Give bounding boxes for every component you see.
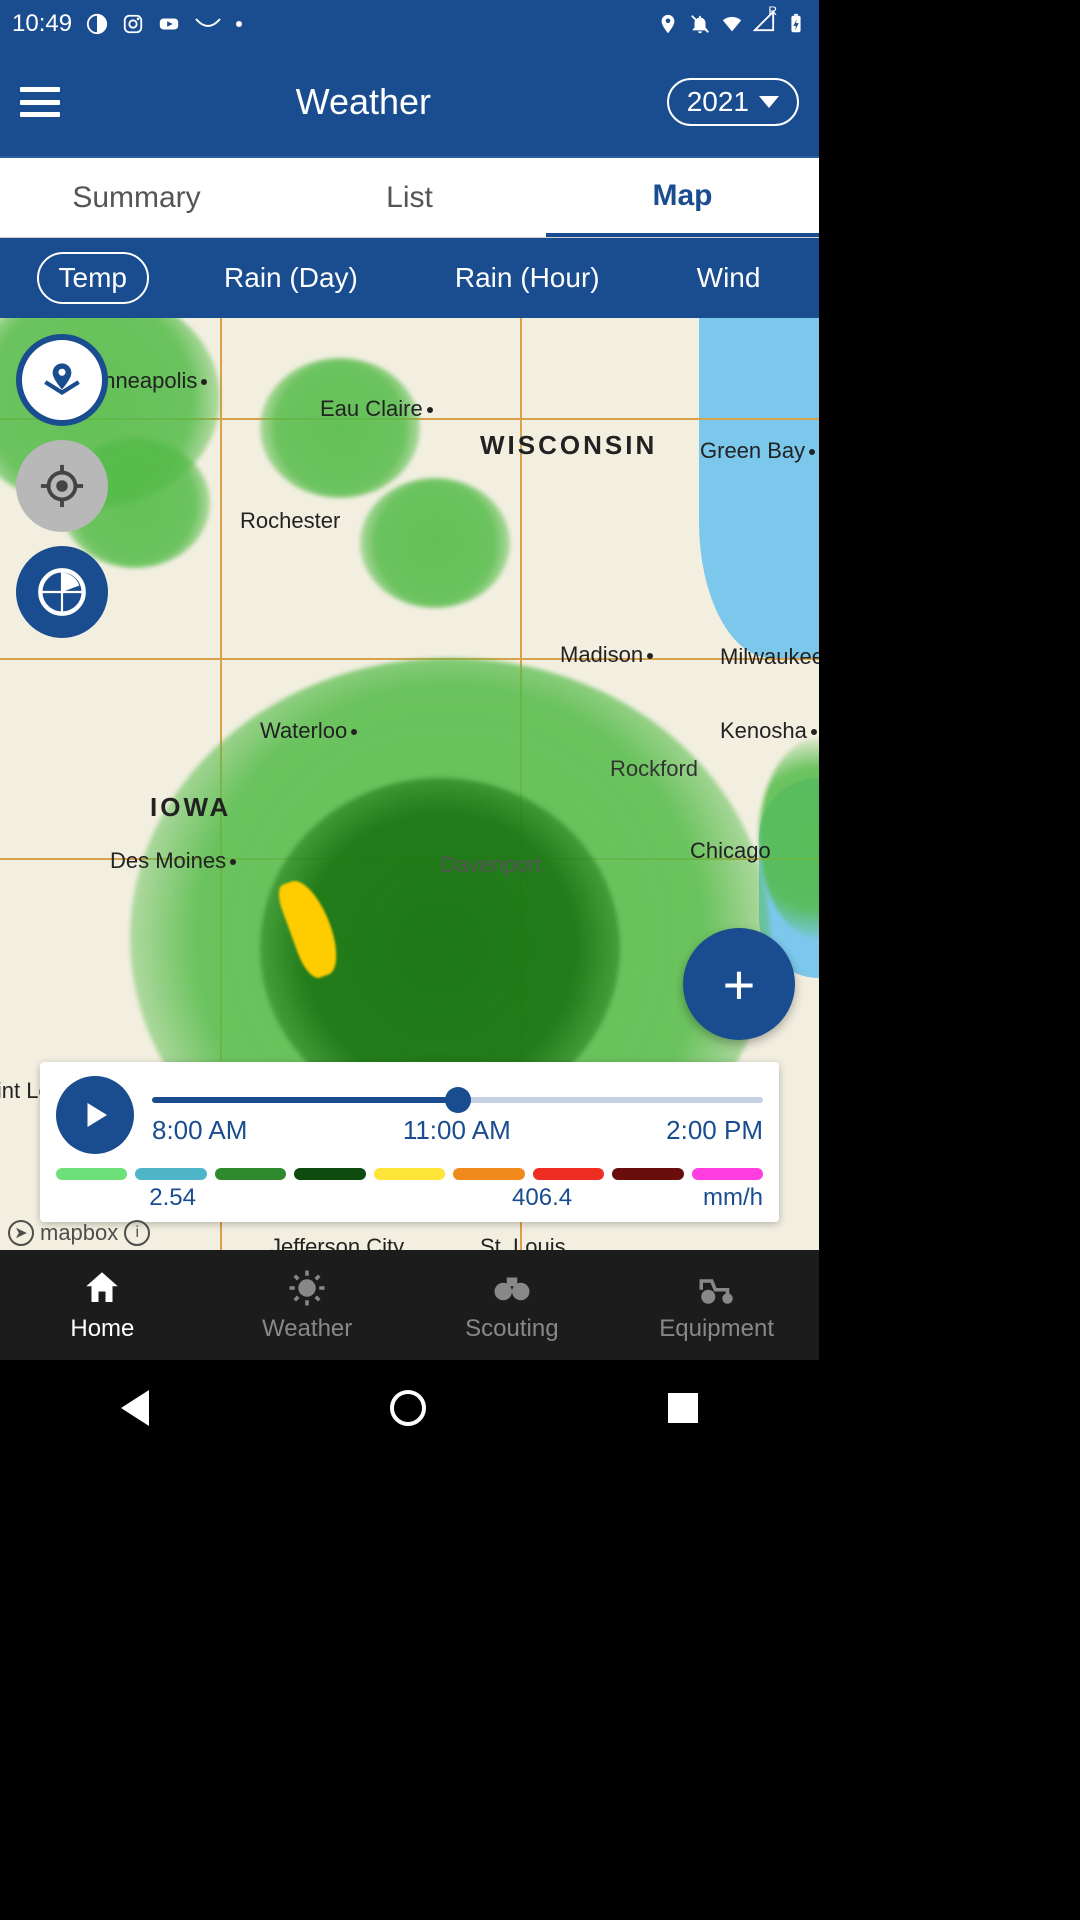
status-bar: 10:49 R xyxy=(0,0,819,48)
binoculars-icon xyxy=(491,1267,533,1309)
metric-rain-hour[interactable]: Rain (Hour) xyxy=(433,252,622,304)
metric-rain-day[interactable]: Rain (Day) xyxy=(202,252,380,304)
field-layers-button[interactable] xyxy=(16,334,108,426)
amazon-smile-icon xyxy=(194,17,222,31)
intensity-legend xyxy=(56,1168,763,1180)
youtube-icon xyxy=(158,13,180,35)
city-label: Eau Claire xyxy=(320,396,433,422)
legend-swatch xyxy=(612,1168,683,1180)
metric-temp[interactable]: Temp xyxy=(37,252,149,304)
nav-label: Scouting xyxy=(465,1315,558,1343)
city-label: Davenport xyxy=(440,852,542,878)
legend-high-value: 406.4 xyxy=(289,1184,572,1212)
nav-label: Home xyxy=(70,1315,134,1343)
plus-icon: + xyxy=(723,952,756,1017)
metric-wind[interactable]: Wind xyxy=(675,252,783,304)
instagram-icon xyxy=(122,13,144,35)
legend-swatch xyxy=(294,1168,365,1180)
system-back-button[interactable] xyxy=(121,1390,149,1426)
legend-swatch xyxy=(533,1168,604,1180)
year-value: 2021 xyxy=(687,86,749,118)
city-label: Des Moines xyxy=(110,848,236,874)
page-title: Weather xyxy=(60,81,667,123)
system-recents-button[interactable] xyxy=(668,1393,698,1423)
map-canvas[interactable]: WISCONSIN IOWA Minneapolis Eau Claire Gr… xyxy=(0,318,819,1250)
slider-fill xyxy=(152,1097,458,1103)
city-label: St. Louis xyxy=(480,1234,566,1250)
radar-timeline-panel: 8:00 AM 11:00 AM 2:00 PM 2.54 406.4 mm/h xyxy=(40,1062,779,1222)
tractor-icon xyxy=(696,1267,738,1309)
status-time: 10:49 xyxy=(12,10,72,38)
radar-icon xyxy=(36,566,88,618)
timeline-slider[interactable] xyxy=(152,1097,763,1103)
radar-toggle-button[interactable] xyxy=(16,546,108,638)
legend-swatch xyxy=(374,1168,445,1180)
city-label: Rochester xyxy=(240,508,340,534)
more-notifications-dot xyxy=(236,21,242,27)
attribution-text: mapbox xyxy=(40,1220,118,1246)
city-label: Kenosha xyxy=(720,718,817,744)
location-icon xyxy=(657,13,679,35)
tab-map[interactable]: Map xyxy=(546,158,819,237)
state-label: IOWA xyxy=(150,792,231,823)
hamburger-menu-button[interactable] xyxy=(20,87,60,117)
view-tabs: Summary List Map xyxy=(0,158,819,238)
wifi-icon xyxy=(721,13,743,35)
nav-label: Equipment xyxy=(659,1315,774,1343)
legend-swatch xyxy=(453,1168,524,1180)
info-icon: ➤ xyxy=(8,1220,34,1246)
city-label: Milwaukee xyxy=(720,644,819,670)
nav-equipment[interactable]: Equipment xyxy=(614,1250,819,1360)
legend-swatch xyxy=(692,1168,763,1180)
app-header: Weather 2021 xyxy=(0,48,819,158)
locate-me-button[interactable] xyxy=(16,440,108,532)
water-shape xyxy=(699,318,819,658)
dnd-silent-icon xyxy=(689,13,711,35)
legend-swatch xyxy=(215,1168,286,1180)
city-label: Chicago xyxy=(690,838,771,864)
map-attribution[interactable]: ➤ mapbox i xyxy=(8,1220,150,1246)
add-button[interactable]: + xyxy=(683,928,795,1040)
tab-list[interactable]: List xyxy=(273,158,546,237)
radar-blob xyxy=(260,358,420,498)
roaming-indicator: R xyxy=(768,4,777,18)
city-label: Rockford xyxy=(610,756,698,782)
nav-scouting[interactable]: Scouting xyxy=(410,1250,615,1360)
legend-unit: mm/h xyxy=(572,1184,763,1212)
city-label: Madison xyxy=(560,642,653,668)
legend-swatch xyxy=(135,1168,206,1180)
tab-summary[interactable]: Summary xyxy=(0,158,273,237)
battery-charging-icon xyxy=(785,13,807,35)
radar-blob xyxy=(360,478,510,608)
sun-icon xyxy=(286,1267,328,1309)
nav-weather[interactable]: Weather xyxy=(205,1250,410,1360)
metric-selector: Temp Rain (Day) Rain (Hour) Wind xyxy=(0,238,819,318)
nav-label: Weather xyxy=(262,1315,352,1343)
chevron-down-icon xyxy=(759,96,779,108)
legend-low-value: 2.54 xyxy=(56,1184,289,1212)
time-label-mid: 11:00 AM xyxy=(403,1115,511,1146)
slider-thumb[interactable] xyxy=(445,1087,471,1113)
city-label: Waterloo xyxy=(260,718,357,744)
crosshair-icon xyxy=(39,463,85,509)
system-nav-bar xyxy=(0,1360,819,1456)
city-label: Green Bay xyxy=(700,438,815,464)
city-label: Jefferson City xyxy=(270,1234,404,1250)
play-icon xyxy=(77,1097,113,1133)
time-label-end: 2:00 PM xyxy=(666,1115,763,1146)
app-icon-1 xyxy=(86,13,108,35)
map-pin-layers-icon xyxy=(37,355,87,405)
home-icon xyxy=(81,1267,123,1309)
system-home-button[interactable] xyxy=(390,1390,426,1426)
year-dropdown[interactable]: 2021 xyxy=(667,78,799,126)
state-label: WISCONSIN xyxy=(480,430,657,461)
play-button[interactable] xyxy=(56,1076,134,1154)
bottom-nav: Home Weather Scouting Equipment xyxy=(0,1250,819,1360)
nav-home[interactable]: Home xyxy=(0,1250,205,1360)
legend-swatch xyxy=(56,1168,127,1180)
time-label-start: 8:00 AM xyxy=(152,1115,247,1146)
info-circle-icon: i xyxy=(124,1220,150,1246)
